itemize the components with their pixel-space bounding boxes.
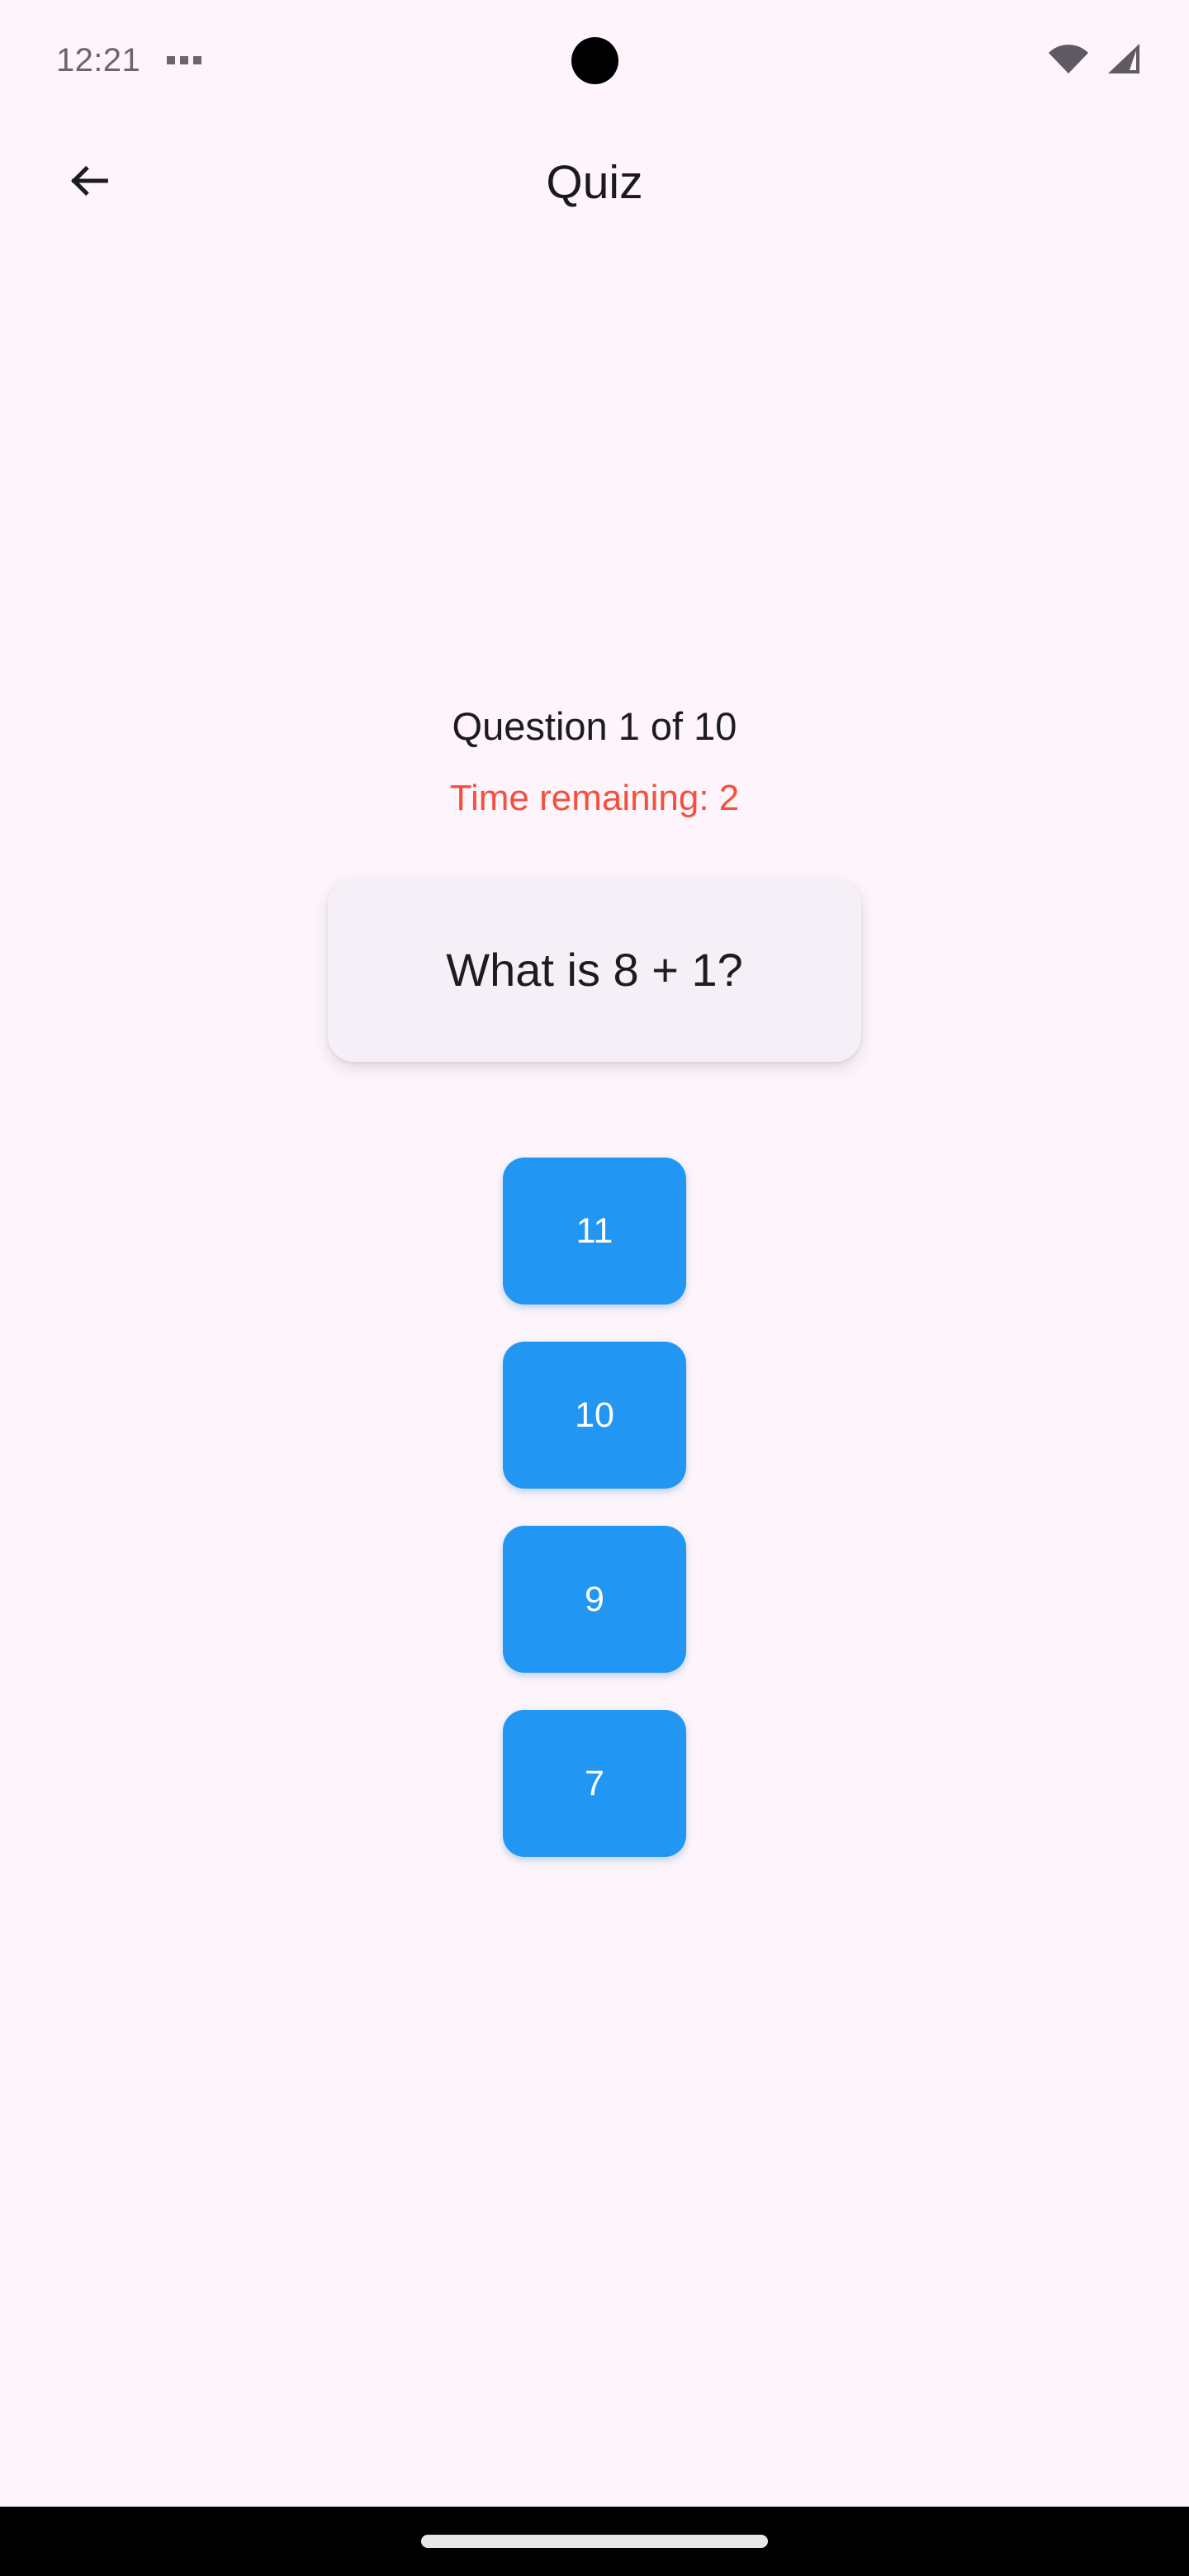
- answer-option-button[interactable]: 9: [503, 1526, 686, 1673]
- timer-label: Time remaining: 2: [449, 778, 740, 818]
- home-indicator[interactable]: [421, 2535, 768, 2548]
- page-title: Quiz: [546, 155, 643, 209]
- status-bar-icons: [1047, 42, 1143, 79]
- cellular-signal-icon: [1105, 42, 1143, 79]
- wifi-icon: [1047, 42, 1090, 79]
- phone-screen: 12:21 Quiz Question 1 of 10 Time remaini…: [0, 0, 1189, 2576]
- back-button[interactable]: [50, 142, 130, 223]
- arrow-left-icon: [66, 157, 114, 209]
- answer-option-button[interactable]: 10: [503, 1342, 686, 1489]
- answer-option-button[interactable]: 11: [503, 1158, 686, 1305]
- quiz-content: Question 1 of 10 Time remaining: 2 What …: [0, 244, 1189, 2507]
- app-bar: Quiz: [0, 121, 1189, 244]
- answer-options-list: 11 10 9 7: [503, 1158, 686, 1857]
- notification-dots-icon: [167, 56, 202, 64]
- camera-cutout: [571, 37, 618, 84]
- status-bar-clock: 12:21: [56, 42, 141, 78]
- question-progress-label: Question 1 of 10: [452, 704, 737, 748]
- answer-option-button[interactable]: 7: [503, 1710, 686, 1857]
- question-card: What is 8 + 1?: [328, 878, 861, 1062]
- question-text: What is 8 + 1?: [446, 943, 743, 996]
- system-navigation-bar: [0, 2507, 1189, 2576]
